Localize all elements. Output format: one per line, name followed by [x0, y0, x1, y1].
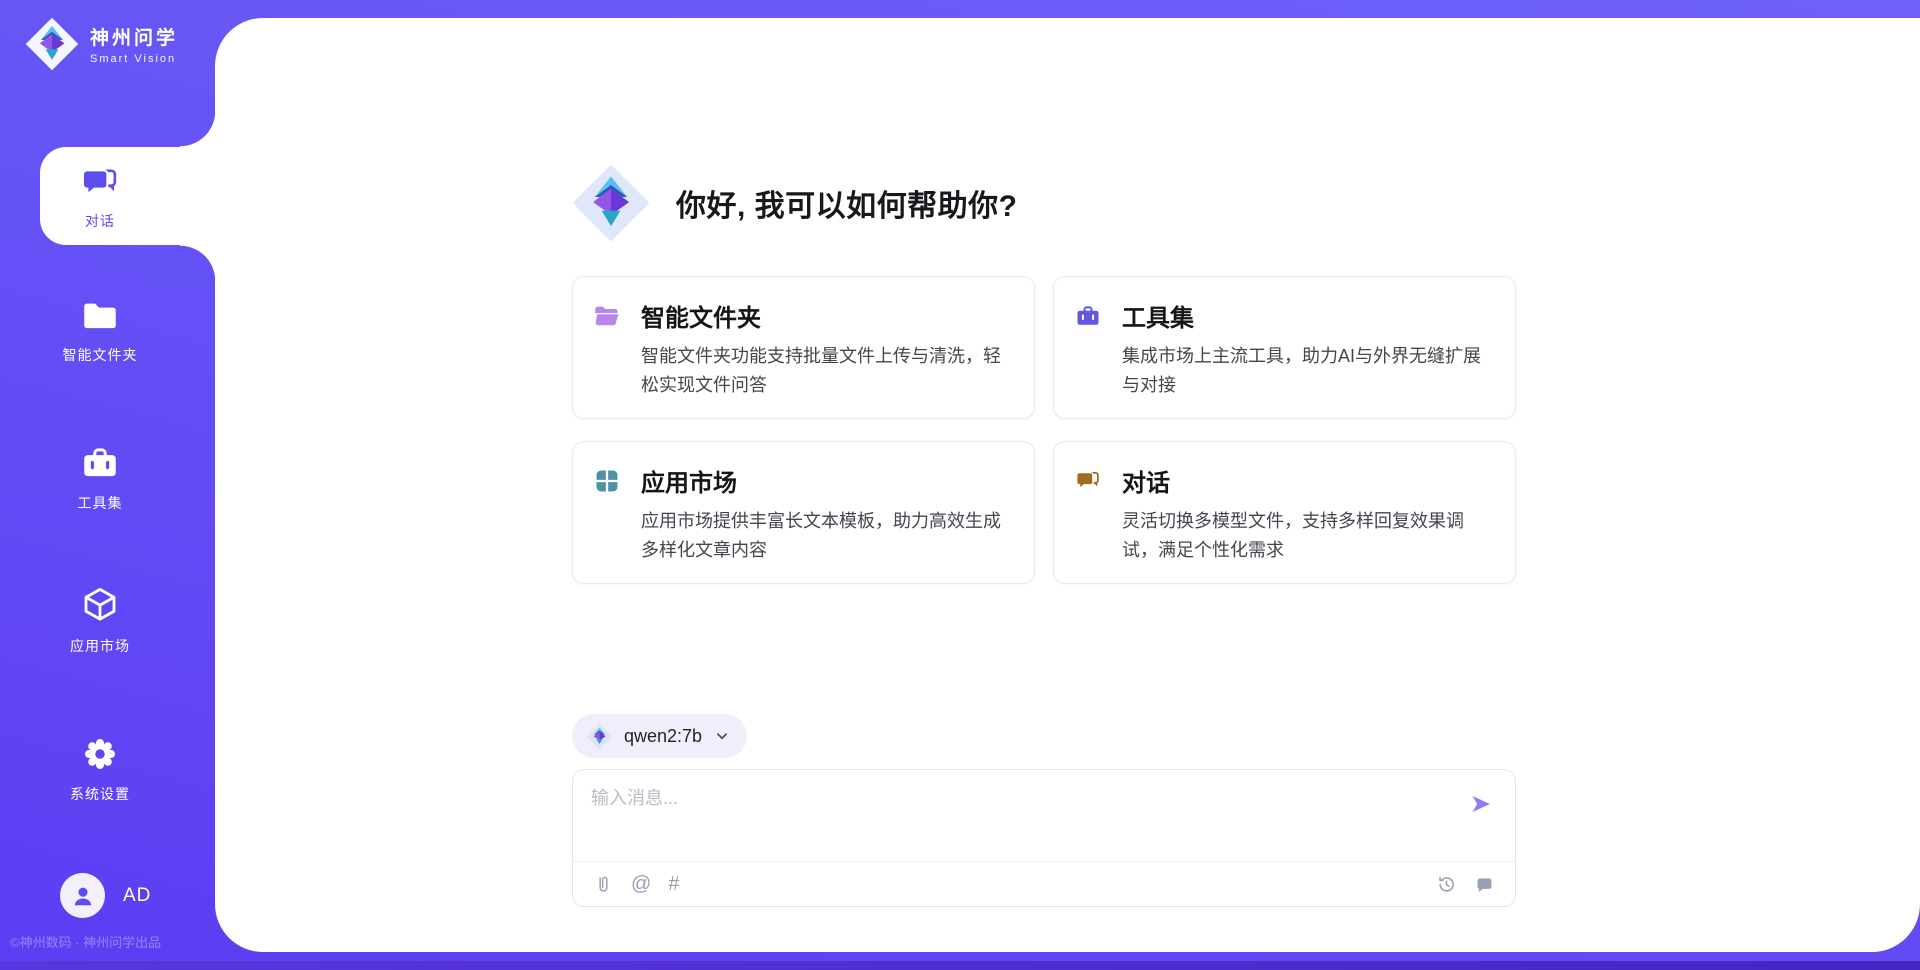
app-grid-icon [593, 467, 621, 495]
cube-icon [79, 585, 121, 627]
copyright-text: ©神州数码 · 神州问学出品 [10, 932, 161, 951]
chevron-down-icon [713, 727, 731, 745]
assistant-diamond-icon [570, 162, 652, 244]
history-icon[interactable] [1436, 874, 1457, 895]
sidebar-item-smart-folder[interactable]: 智能文件夹 [0, 294, 200, 365]
chat-bubble-icon[interactable] [1474, 874, 1495, 895]
card-title: 工具集 [1122, 298, 1194, 333]
card-title: 智能文件夹 [641, 298, 761, 333]
composer: qwen2:7b @ # [572, 714, 1516, 907]
sidebar-item-chat[interactable]: 对话 [40, 147, 216, 245]
folder-open-icon [593, 302, 621, 330]
greeting-text: 你好, 我可以如何帮助你? [676, 181, 1018, 225]
sidebar-item-label: 智能文件夹 [63, 345, 138, 365]
card-description: 智能文件夹功能支持批量文件上传与清洗，轻松实现文件问答 [641, 342, 1008, 400]
model-selector[interactable]: qwen2:7b [572, 714, 747, 758]
folder-icon [79, 294, 121, 336]
card-smart-folder[interactable]: 智能文件夹 智能文件夹功能支持批量文件上传与清洗，轻松实现文件问答 [572, 276, 1035, 419]
card-app-market[interactable]: 应用市场 应用市场提供丰富长文本模板，助力高效生成多样化文章内容 [572, 441, 1035, 584]
paperclip-icon[interactable] [593, 874, 614, 895]
hash-icon[interactable]: # [668, 874, 679, 895]
card-title: 对话 [1122, 463, 1170, 498]
app-logo: 神州问学 Smart Vision [24, 16, 178, 72]
user-initials: AD [123, 885, 151, 907]
sidebar-item-app-market[interactable]: 应用市场 [0, 585, 200, 656]
brand-name: 神州问学 [90, 23, 178, 50]
card-description: 应用市场提供丰富长文本模板，助力高效生成多样化文章内容 [641, 507, 1008, 565]
sidebar-item-label: 应用市场 [70, 636, 130, 656]
sidebar-item-label: 对话 [85, 211, 115, 231]
person-icon [70, 883, 96, 909]
model-diamond-icon [586, 723, 613, 750]
model-name: qwen2:7b [624, 726, 702, 747]
brand-subtitle: Smart Vision [90, 53, 178, 65]
card-toolset[interactable]: 工具集 集成市场上主流工具，助力AI与外界无缝扩展与对接 [1053, 276, 1516, 419]
window-bottom-bar [0, 961, 1920, 970]
briefcase-icon [1074, 302, 1102, 330]
card-description: 集成市场上主流工具，助力AI与外界无缝扩展与对接 [1122, 342, 1489, 400]
sidebar-item-label: 工具集 [78, 493, 123, 513]
briefcase-icon [79, 442, 121, 484]
at-icon[interactable]: @ [631, 874, 651, 895]
divider [573, 861, 1515, 862]
chat-icon [1074, 467, 1102, 495]
message-input-box: @ # [572, 769, 1516, 907]
sidebar-item-label: 系统设置 [70, 784, 130, 804]
card-chat[interactable]: 对话 灵活切换多模型文件，支持多样回复效果调试，满足个性化需求 [1053, 441, 1516, 584]
feature-cards: 智能文件夹 智能文件夹功能支持批量文件上传与清洗，轻松实现文件问答 工具集 集成… [572, 276, 1534, 584]
chat-icon [79, 162, 121, 204]
greeting-section: 你好, 我可以如何帮助你? [570, 162, 1018, 244]
user-profile[interactable]: AD [60, 873, 151, 918]
message-input[interactable] [591, 784, 1455, 850]
sidebar-item-toolset[interactable]: 工具集 [0, 442, 200, 513]
sidebar-item-settings[interactable]: 系统设置 [0, 733, 200, 804]
card-description: 灵活切换多模型文件，支持多样回复效果调试，满足个性化需求 [1122, 507, 1489, 565]
brand-diamond-icon [24, 16, 80, 72]
avatar [60, 873, 105, 918]
gear-icon [79, 733, 121, 775]
send-icon[interactable] [1469, 792, 1493, 816]
card-title: 应用市场 [641, 463, 737, 498]
